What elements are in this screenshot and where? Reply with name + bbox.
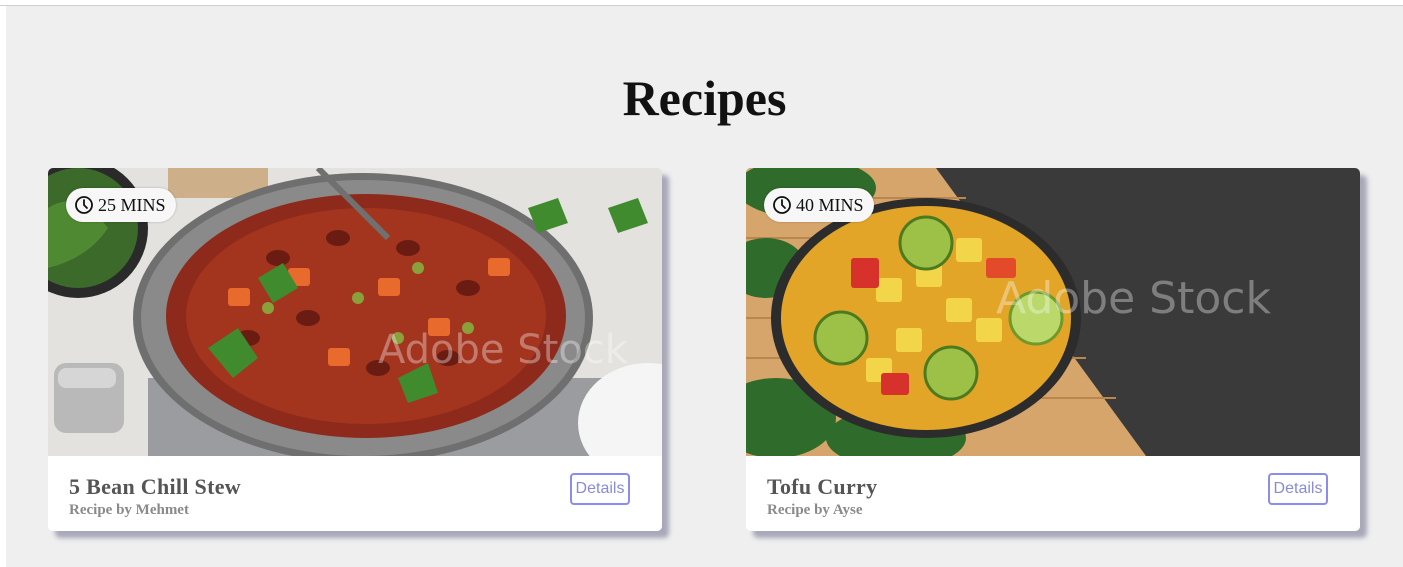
recipe-name: Tofu Curry	[767, 474, 878, 499]
details-button[interactable]: Details	[1268, 473, 1328, 505]
recipe-author: Recipe by Mehmet	[69, 502, 189, 518]
recipe-card: Adobe Stock 25 MINS 5 Bean Chill Stew Re…	[48, 168, 662, 531]
svg-text:Adobe Stock: Adobe Stock	[378, 327, 629, 373]
recipe-card: Adobe Stock 40 MINS Tofu Curry Recipe by…	[746, 168, 1360, 531]
cook-time-badge: 40 MINS	[764, 188, 874, 222]
recipe-author: Recipe by Ayse	[767, 502, 863, 518]
recipes-page: Recipes Adobe Stock 25 MINS 5 Bean Chill…	[6, 6, 1403, 567]
svg-text:Adobe Stock: Adobe Stock	[996, 273, 1271, 324]
card-footer: 5 Bean Chill Stew Recipe by Mehmet Detai…	[48, 456, 662, 531]
card-footer: Tofu Curry Recipe by Ayse Details	[746, 456, 1360, 531]
clock-icon	[75, 196, 93, 214]
recipe-image: Adobe Stock 25 MINS	[48, 168, 662, 456]
recipe-name: 5 Bean Chill Stew	[69, 474, 241, 499]
cook-time-text: 25 MINS	[98, 194, 166, 215]
details-button[interactable]: Details	[570, 473, 630, 505]
cook-time-badge: 25 MINS	[66, 188, 176, 222]
cook-time-text: 40 MINS	[796, 194, 864, 215]
clock-icon	[773, 196, 791, 214]
page-title: Recipes	[622, 70, 787, 126]
recipe-image: Adobe Stock 40 MINS	[746, 168, 1360, 456]
